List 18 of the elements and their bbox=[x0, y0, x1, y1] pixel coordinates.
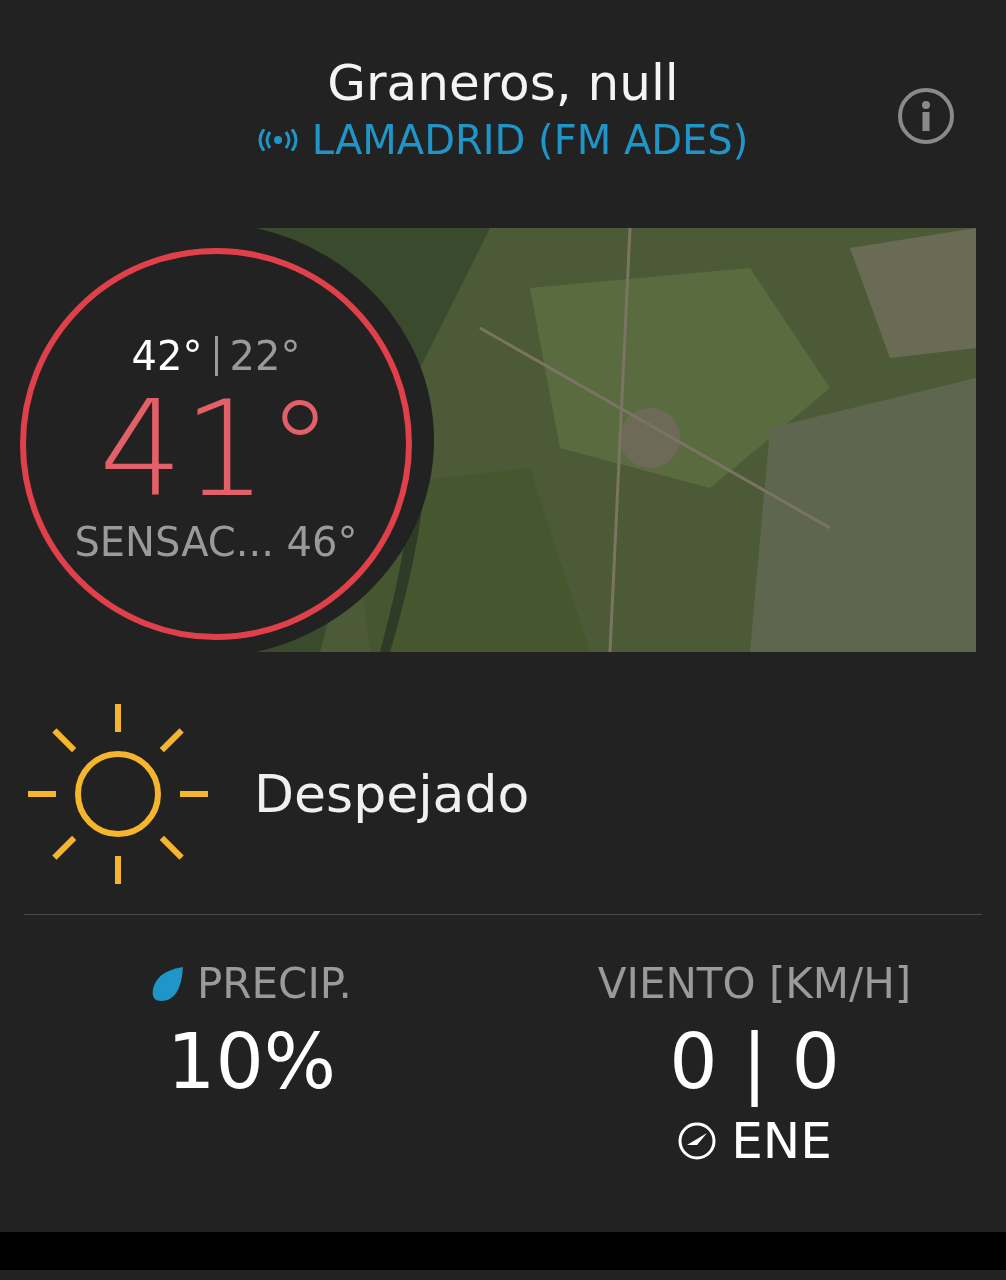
high-temperature: 42° bbox=[131, 333, 203, 379]
info-button[interactable] bbox=[898, 88, 954, 144]
wind-direction: ENE bbox=[731, 1112, 832, 1170]
precipitation-value: 10% bbox=[167, 1016, 336, 1108]
low-temperature: 22° bbox=[229, 333, 301, 379]
condition-text: Despejado bbox=[254, 764, 530, 824]
feels-like: SENSAC... 46° bbox=[74, 519, 358, 565]
precipitation-label: PRECIP. bbox=[197, 959, 352, 1008]
location-title: Graneros, null bbox=[327, 53, 679, 114]
drop-icon bbox=[151, 966, 184, 1001]
sun-icon bbox=[28, 704, 208, 884]
broadcast-icon bbox=[257, 129, 298, 151]
station-name[interactable]: LAMADRID (FM ADES) bbox=[311, 114, 749, 166]
compass-icon bbox=[677, 1121, 718, 1161]
current-temperature: 41° bbox=[99, 379, 333, 519]
wind-value: 0 | 0 bbox=[669, 1016, 840, 1109]
info-icon bbox=[921, 101, 931, 131]
wind-label: VIENTO [KM/H] bbox=[597, 959, 912, 1008]
